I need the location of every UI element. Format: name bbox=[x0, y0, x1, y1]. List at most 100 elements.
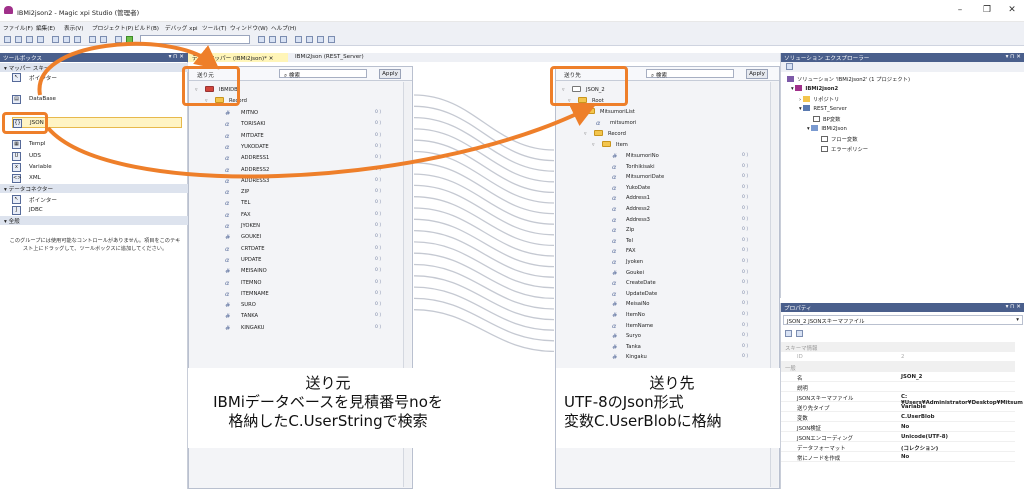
dest-field-row[interactable]: α Address1 0 ⟩ bbox=[612, 193, 782, 204]
toolbox-item-jdbc[interactable]: J JDBC bbox=[12, 205, 182, 216]
open-icon[interactable] bbox=[15, 36, 22, 43]
dest-field-row[interactable]: # ItemNo 0 ⟩ bbox=[612, 310, 782, 321]
mapping-line[interactable] bbox=[414, 309, 554, 352]
menu-tools[interactable]: ツール(T) bbox=[202, 24, 227, 32]
run-icon[interactable] bbox=[126, 36, 133, 43]
bp-var-node[interactable]: BP変数 bbox=[813, 115, 840, 124]
source-field-row[interactable]: # MITNO 0 ⟩ bbox=[225, 108, 405, 119]
mapping-line[interactable] bbox=[414, 150, 554, 204]
source-field-row[interactable]: # TANKA 0 ⟩ bbox=[225, 311, 405, 322]
restore-button[interactable]: ❐ bbox=[980, 5, 994, 15]
ibmi2json-node[interactable]: ▾ IBMi2Json bbox=[807, 125, 847, 134]
source-field-row[interactable]: α TEL 0 ⟩ bbox=[225, 198, 405, 209]
dest-field-row[interactable]: α MitsumoriDate 0 ⟩ bbox=[612, 172, 782, 183]
panel-pin-icon[interactable]: ▾ ⊓ ✕ bbox=[169, 54, 184, 60]
toolbox-item-template[interactable]: ▦ Templ bbox=[12, 139, 182, 150]
new-icon[interactable] bbox=[4, 36, 11, 43]
category-schema[interactable]: スキーマ情報 bbox=[781, 342, 1015, 352]
categorized-icon[interactable] bbox=[785, 330, 792, 337]
source-field-row[interactable]: # GOUKEI 0 ⟩ bbox=[225, 232, 405, 243]
toolbox-item-database[interactable]: ▤ DataBase bbox=[12, 94, 182, 105]
source-field-row[interactable]: # KINGAKU 0 ⟩ bbox=[225, 323, 405, 334]
minimize-button[interactable]: – bbox=[953, 5, 967, 15]
copy-icon[interactable] bbox=[63, 36, 70, 43]
source-field-row[interactable]: # SURO 0 ⟩ bbox=[225, 300, 405, 311]
toolbox-item-uds[interactable]: U UDS bbox=[12, 151, 182, 162]
prop-row[interactable]: JSONスキーマファイル C:¥Users¥Administrator¥Deskt… bbox=[781, 392, 1023, 406]
panel-pin-icon[interactable]: ▾ ⊓ ✕ bbox=[1006, 54, 1021, 60]
solution-root[interactable]: ソリューション 'IBMi2json2' (1 プロジェクト) bbox=[787, 75, 910, 84]
menu-project[interactable]: プロジェクト(P) bbox=[92, 24, 133, 32]
tool-e-icon[interactable] bbox=[306, 36, 313, 43]
dest-search-input[interactable]: ⌕ 検索 bbox=[646, 69, 734, 79]
section-all[interactable]: ▾ 全般 bbox=[0, 216, 188, 225]
tool-b-icon[interactable] bbox=[269, 36, 276, 43]
mapping-line[interactable] bbox=[414, 297, 554, 342]
menu-help[interactable]: ヘルプ(H) bbox=[271, 24, 296, 32]
mapping-line[interactable] bbox=[414, 286, 554, 331]
dest-field-row[interactable]: α Tel 0 ⟩ bbox=[612, 236, 782, 247]
dest-field-row[interactable]: α YukoDate 0 ⟩ bbox=[612, 183, 782, 194]
rest-server-node[interactable]: ▾ REST_Server bbox=[799, 105, 847, 114]
source-field-row[interactable]: α MITDATE 0 ⟩ bbox=[225, 131, 405, 142]
prop-row[interactable]: 常にノードを作成 No bbox=[781, 452, 1015, 462]
prop-row[interactable]: 名 JSON_2 bbox=[781, 372, 1015, 382]
dest-field-row[interactable]: α Address2 0 ⟩ bbox=[612, 204, 782, 215]
dest-field-row[interactable]: # Kingaku 0 ⟩ bbox=[612, 352, 782, 363]
tool-c-icon[interactable] bbox=[280, 36, 287, 43]
repository-node[interactable]: › リポジトリ bbox=[799, 95, 839, 104]
toolbox-item-pointer[interactable]: ↖ ポインター bbox=[12, 72, 182, 83]
panel-pin-icon[interactable]: ▾ ⊓ ✕ bbox=[1006, 304, 1021, 310]
dest-field-row[interactable]: α FAX 0 ⟩ bbox=[612, 246, 782, 257]
flow-var-node[interactable]: フロー変数 bbox=[821, 135, 858, 144]
tool-g-icon[interactable] bbox=[328, 36, 335, 43]
dest-field-row[interactable]: # Goukei 0 ⟩ bbox=[612, 268, 782, 279]
mapping-line[interactable] bbox=[414, 105, 554, 162]
mapping-line[interactable] bbox=[414, 94, 554, 151]
toolbox-item-pointer2[interactable]: ↖ ポインター bbox=[12, 194, 182, 205]
source-field-row[interactable]: α ZIP 0 ⟩ bbox=[225, 187, 405, 198]
source-field-row[interactable]: α TORISAKI 0 ⟩ bbox=[225, 119, 405, 130]
source-field-row[interactable]: α CRTDATE 0 ⟩ bbox=[225, 244, 405, 255]
dest-field-row[interactable]: # Tanka 0 ⟩ bbox=[612, 342, 782, 353]
dest-field-row[interactable]: # MitsumoriNo 0 ⟩ bbox=[612, 151, 782, 162]
mapping-line[interactable] bbox=[414, 263, 554, 310]
dest-item[interactable]: ▿ Item bbox=[592, 140, 782, 151]
source-field-row[interactable]: α ADDRESS2 0 ⟩ bbox=[225, 165, 405, 176]
tool-d-icon[interactable] bbox=[295, 36, 302, 43]
tab-ibmi2json[interactable]: IBMi2Json (REST_Server) bbox=[291, 53, 391, 62]
toolbox-item-xml[interactable]: <> XML bbox=[12, 173, 182, 184]
dest-list-node[interactable]: ▿ MitsumoriList bbox=[576, 107, 776, 118]
dest-field-row[interactable]: α UpdateDate 0 ⟩ bbox=[612, 289, 782, 300]
menu-file[interactable]: ファイル(F) bbox=[3, 24, 33, 32]
mapping-line[interactable] bbox=[414, 252, 554, 300]
dest-field-row[interactable]: α Zip 0 ⟩ bbox=[612, 225, 782, 236]
mapping-line[interactable] bbox=[414, 275, 554, 321]
prop-row[interactable]: 変数 C.UserBlob bbox=[781, 412, 1015, 422]
prop-row[interactable]: JSON検証 No bbox=[781, 422, 1015, 432]
menu-debug[interactable]: デバッグ xpi bbox=[165, 24, 198, 32]
tool-f-icon[interactable] bbox=[317, 36, 324, 43]
undo-icon[interactable] bbox=[89, 36, 96, 43]
error-policy-node[interactable]: エラーポリシー bbox=[821, 145, 868, 154]
menu-edit[interactable]: 編集(E) bbox=[36, 24, 55, 32]
toolbox-item-variable[interactable]: x Variable bbox=[12, 162, 182, 173]
mapping-line[interactable] bbox=[414, 116, 554, 172]
object-selector[interactable]: JSON_2 JSONスキーマファイル ▾ bbox=[783, 315, 1023, 325]
category-general[interactable]: 一般 bbox=[781, 362, 1015, 372]
paste-icon[interactable] bbox=[74, 36, 81, 43]
source-apply-button[interactable]: Apply bbox=[379, 69, 401, 79]
properties-icon[interactable] bbox=[786, 63, 793, 70]
source-field-row[interactable]: α JYOKEN 0 ⟩ bbox=[225, 221, 405, 232]
tab-data-mapper[interactable]: データマッパー (IBMi2json)* ✕ bbox=[188, 53, 288, 62]
project-node[interactable]: ▾ IBMi2json2 bbox=[791, 85, 838, 94]
dest-field-row[interactable]: α Torihikisaki 0 ⟩ bbox=[612, 162, 782, 173]
source-field-row[interactable]: # MEISAINO 0 ⟩ bbox=[225, 266, 405, 277]
build-icon[interactable] bbox=[115, 36, 122, 43]
dest-field-row[interactable]: α Address3 0 ⟩ bbox=[612, 215, 782, 226]
source-field-row[interactable]: α YUKODATE 0 ⟩ bbox=[225, 142, 405, 153]
save-icon[interactable] bbox=[26, 36, 33, 43]
dest-field-row[interactable]: α ItemName 0 ⟩ bbox=[612, 321, 782, 332]
config-combo[interactable] bbox=[140, 35, 250, 44]
menu-build[interactable]: ビルド(B) bbox=[134, 24, 159, 32]
